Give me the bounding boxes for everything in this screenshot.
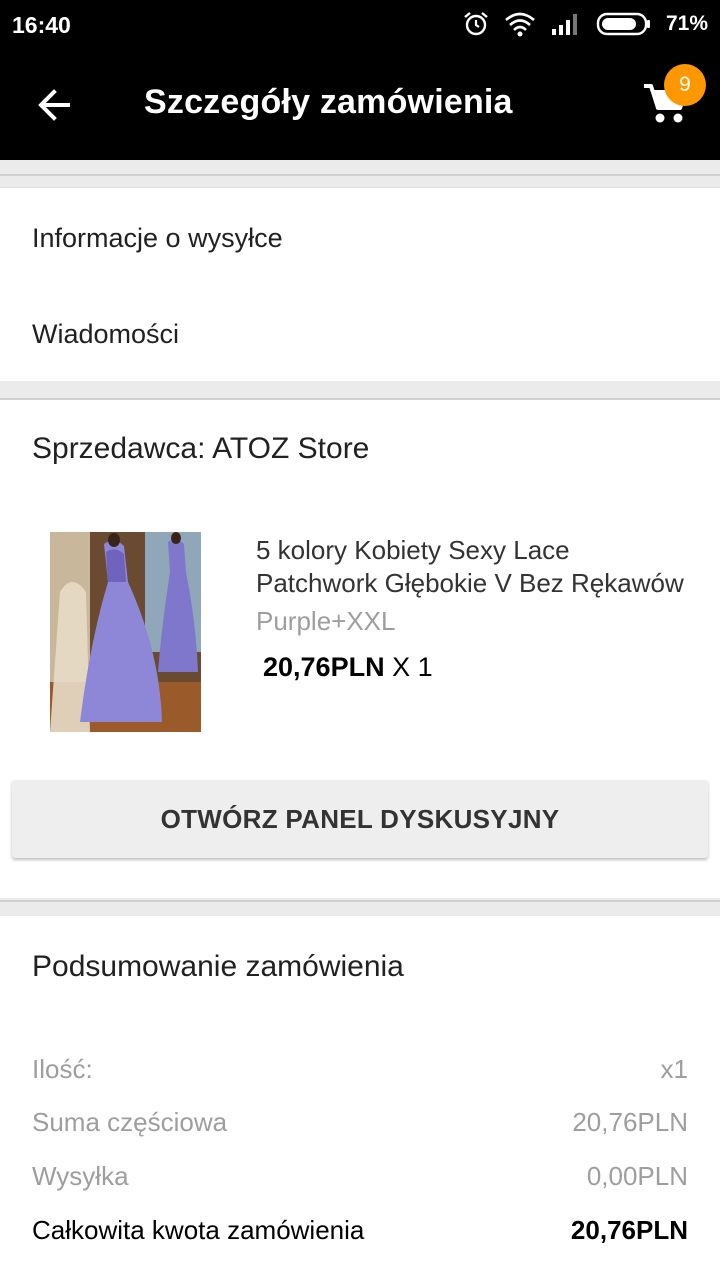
summary-total-value: 20,76PLN (570, 1215, 688, 1245)
summary-value: 20,76PLN (572, 1107, 688, 1137)
dress-image (50, 532, 201, 732)
back-button[interactable] (24, 75, 84, 135)
product-title-line1: 5 kolory Kobiety Sexy Lace (256, 535, 570, 565)
shipping-info-link[interactable]: Informacje o wysyłce (32, 223, 283, 254)
status-icons: 71% (462, 9, 708, 39)
app-bar: Szczegóły zamówienia 9 (0, 50, 720, 160)
product-price-qty: 20,76PLN X 1 (263, 652, 433, 683)
product-quantity: X 1 (392, 652, 433, 682)
product-title[interactable]: 5 kolory Kobiety Sexy Lace Patchwork Głę… (256, 534, 686, 600)
alarm-icon (464, 12, 488, 36)
wifi-icon (505, 12, 535, 37)
cart-count-badge: 9 (664, 64, 706, 106)
battery-icon (596, 12, 650, 36)
battery-percentage: 71% (665, 12, 708, 35)
summary-label: Wysyłka (32, 1161, 129, 1191)
open-dispute-button[interactable]: OTWÓRZ PANEL DYSKUSYJNY (12, 780, 708, 858)
messages-link[interactable]: Wiadomości (32, 319, 179, 350)
summary-value: x1 (660, 1054, 688, 1084)
summary-row-total: Całkowita kwota zamówienia 20,76PLN (32, 1215, 688, 1246)
status-bar: 16:40 71% (0, 0, 720, 50)
seller-name: Sprzedawca: ATOZ Store (32, 432, 370, 465)
order-info-card: Informacje o wysyłce Wiadomości (0, 174, 720, 381)
arrow-left-icon (38, 89, 70, 121)
seller-card: Sprzedawca: ATOZ Store 5 kolory Kobiety … (0, 398, 720, 898)
product-price: 20,76PLN (263, 652, 385, 682)
summary-row-shipping: Wysyłka 0,00PLN (32, 1161, 688, 1192)
summary-row-quantity: Ilość: x1 (32, 1054, 688, 1085)
summary-label: Ilość: (32, 1054, 93, 1084)
summary-value: 0,00PLN (586, 1161, 688, 1191)
signal-icon (551, 14, 577, 35)
summary-label: Suma częściowa (32, 1107, 228, 1137)
product-thumbnail[interactable] (50, 532, 201, 732)
page-title: Szczegóły zamówienia (144, 83, 513, 121)
product-variant: Purple+XXL (256, 606, 396, 636)
product-title-line2: Patchwork Głębokie V Bez Rękawów (256, 568, 684, 598)
order-summary-card: Podsumowanie zamówienia Ilość: x1 Suma c… (0, 900, 720, 1280)
summary-title: Podsumowanie zamówienia (32, 950, 404, 983)
summary-row-subtotal: Suma częściowa 20,76PLN (32, 1107, 688, 1138)
summary-label: Całkowita kwota zamówienia (32, 1215, 365, 1245)
status-time: 16:40 (12, 12, 71, 38)
